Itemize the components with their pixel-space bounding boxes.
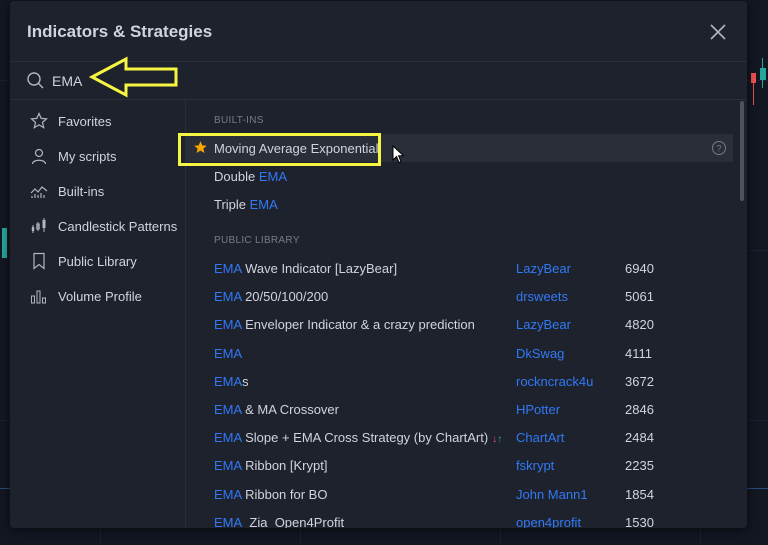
sidebar-item-built-ins[interactable]: Built-ins — [10, 174, 185, 209]
sidebar-item-label: Public Library — [58, 254, 137, 269]
candle — [760, 68, 766, 80]
sidebar-item-candlestick-patterns[interactable]: Candlestick Patterns — [10, 209, 185, 244]
sidebar: Favorites My scripts Built-ins Candlesti… — [10, 99, 186, 528]
author-link[interactable]: drsweets — [516, 289, 568, 304]
likes-count: 2484 — [625, 430, 654, 446]
item-name: EMA & MA Crossover — [214, 402, 339, 417]
item-name: EMA Ribbon [Krypt] — [214, 458, 328, 474]
table-row[interactable]: EMA & MA Crossover HPotter 2846 — [186, 395, 733, 423]
table-row[interactable]: EMA Enveloper Indicator & a crazy predic… — [186, 310, 733, 338]
item-name: EMA Ribbon for BO — [214, 486, 328, 502]
sidebar-item-label: Candlestick Patterns — [58, 219, 178, 234]
list-item-triple-ema[interactable]: Triple EMA — [186, 190, 733, 218]
item-name: EMAs — [214, 373, 249, 389]
table-row[interactable]: EMA Wave Indicator [LazyBear] LazyBear 694… — [186, 254, 733, 282]
author-link[interactable]: John Mann1 — [516, 487, 588, 502]
author-link[interactable]: DkSwag — [516, 346, 564, 361]
table-row[interactable]: EMA_Zia_Open4Profit open4profit 1530 — [186, 508, 733, 528]
svg-text:?: ? — [716, 144, 721, 154]
results-list: BUILT-INS Moving Average Exponential ? D… — [186, 99, 747, 528]
item-name: EMA Enveloper Indicator & a crazy predic… — [214, 317, 475, 333]
sidebar-item-label: Volume Profile — [58, 289, 142, 304]
bookmark-icon — [33, 252, 45, 270]
star-filled-icon[interactable] — [193, 140, 208, 155]
sidebar-item-label: Favorites — [58, 114, 112, 129]
item-name: Moving Average Exponential — [214, 141, 379, 156]
candle — [753, 83, 754, 105]
section-header-built-ins: BUILT-INS — [214, 115, 264, 126]
likes-count: 2235 — [625, 458, 654, 474]
table-row[interactable]: EMA Ribbon [Krypt] fskrypt 2235 — [186, 451, 733, 479]
item-name: EMA — [214, 345, 243, 361]
author-link[interactable]: open4profit — [516, 515, 581, 528]
dialog-title: Indicators & Strategies — [27, 22, 213, 41]
table-row[interactable]: EMA Slope + EMA Cross Strategy (by Chart… — [186, 423, 733, 451]
section-header-public-library: PUBLIC LIBRARY — [214, 235, 300, 246]
table-row[interactable]: EMA Ribbon for BO John Mann1 1854 — [186, 480, 733, 508]
likes-count: 4820 — [625, 317, 654, 333]
author-link[interactable]: LazyBear — [516, 317, 571, 332]
sidebar-item-public-library[interactable]: Public Library — [10, 244, 185, 279]
sidebar-item-label: Built-ins — [58, 184, 105, 199]
table-row[interactable]: EMA 20/50/100/200 drsweets 5061 — [186, 282, 733, 310]
table-row[interactable]: EMA DkSwag 4111 — [186, 339, 733, 367]
volume-profile-icon — [31, 290, 46, 304]
sidebar-item-favorites[interactable]: Favorites — [10, 104, 185, 139]
strategy-arrows-icon: ↓↑ — [492, 434, 503, 446]
scrollbar[interactable] — [740, 101, 744, 201]
sidebar-item-label: My scripts — [58, 149, 117, 164]
likes-count: 3672 — [625, 373, 654, 389]
author-link[interactable]: rockncrack4u — [516, 374, 593, 389]
mouse-cursor-icon — [392, 145, 405, 164]
close-icon[interactable] — [709, 23, 727, 41]
item-name: EMA 20/50/100/200 — [214, 289, 329, 305]
likes-count: 4111 — [625, 345, 652, 361]
item-name: EMA Wave Indicator [LazyBear] — [214, 261, 398, 276]
sidebar-item-my-scripts[interactable]: My scripts — [10, 139, 185, 174]
author-link[interactable]: HPotter — [516, 402, 560, 417]
search-icon — [27, 72, 44, 89]
likes-count: 1854 — [625, 486, 654, 502]
user-icon — [31, 148, 47, 165]
likes-count: 2846 — [625, 402, 654, 417]
candle — [762, 58, 763, 88]
likes-count: 1530 — [625, 514, 654, 528]
item-name: Triple EMA — [214, 197, 278, 212]
likes-count: 5061 — [625, 289, 654, 305]
help-icon[interactable]: ? — [711, 140, 727, 156]
likes-count: 6940 — [625, 261, 654, 276]
table-row[interactable]: EMAs rockncrack4u 3672 — [186, 367, 733, 395]
item-name: EMA_Zia_Open4Profit — [214, 514, 345, 528]
list-item-moving-average-exponential[interactable]: Moving Average Exponential ? — [186, 134, 733, 162]
sidebar-item-volume-profile[interactable]: Volume Profile — [10, 279, 185, 314]
item-name: Double EMA — [214, 169, 287, 184]
author-link[interactable]: ChartArt — [516, 430, 564, 445]
candle — [751, 73, 756, 83]
left-arrow-annotation-icon — [88, 56, 178, 98]
list-item-double-ema[interactable]: Double EMA — [186, 162, 733, 190]
item-name: EMA Slope + EMA Cross Strategy (by Chart… — [214, 430, 503, 446]
chart-line-icon — [30, 186, 48, 198]
candle — [2, 228, 7, 258]
candlestick-icon — [31, 218, 46, 233]
author-link[interactable]: LazyBear — [516, 261, 571, 276]
author-link[interactable]: fskrypt — [516, 458, 554, 473]
star-outline-icon — [30, 112, 48, 129]
